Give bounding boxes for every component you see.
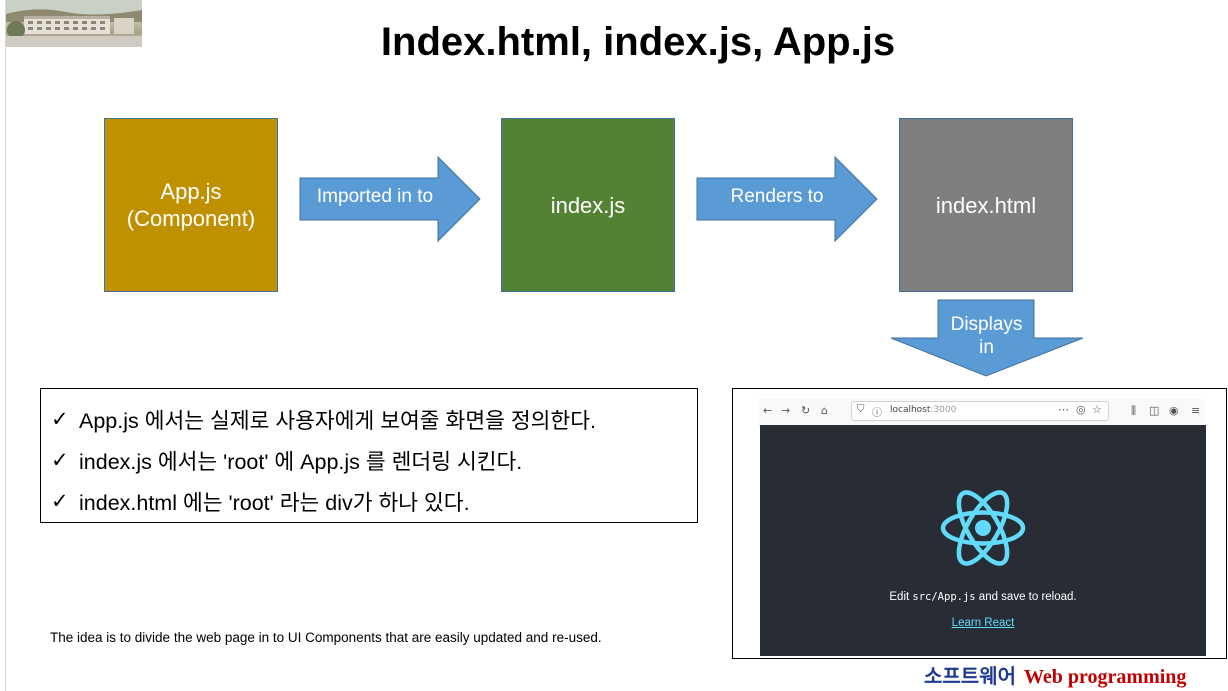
bullet-text: App.js 에서는 실제로 사용자에게 보여줄 화면을 정의한다. xyxy=(79,409,596,433)
renders-to-label: Renders to xyxy=(730,186,824,207)
list-item: ✓ index.js 에서는 'root' 에 App.js 를 렌더링 시킨다… xyxy=(51,440,697,481)
url-bar[interactable]: ⛉ ⓘ localhost:3000 ⋯ ◎ ☆ xyxy=(851,401,1109,421)
reload-icon[interactable]: ↻ xyxy=(801,404,810,417)
library-icon[interactable]: ⫼ xyxy=(1131,404,1136,418)
checkmark-icon: ✓ xyxy=(51,408,69,431)
bookmark-star-icon[interactable]: ☆ xyxy=(1092,403,1102,416)
checkmark-icon: ✓ xyxy=(51,449,69,472)
learn-react-link[interactable]: Learn React xyxy=(760,617,1206,629)
checkmark-icon: ✓ xyxy=(51,490,69,513)
sidebar-icon[interactable]: ◫ xyxy=(1149,404,1159,417)
displays-in-label: Displays in xyxy=(950,314,1023,358)
course-footer: 소프트웨어 Web programming xyxy=(924,660,1186,689)
url-text: localhost:3000 xyxy=(890,405,957,415)
bullet-text: index.html 에는 'root' 라는 div가 하나 있다. xyxy=(79,491,470,515)
home-icon[interactable]: ⌂ xyxy=(821,404,828,417)
browser-toolbar: ← → ↻ ⌂ ⛉ ⓘ localhost:3000 ⋯ ◎ ☆ ⫼ ◫ ◉ ≡ xyxy=(759,399,1205,426)
app-js-box: App.js (Component) xyxy=(104,118,278,292)
browser-screenshot: ← → ↻ ⌂ ⛉ ⓘ localhost:3000 ⋯ ◎ ☆ ⫼ ◫ ◉ ≡… xyxy=(732,388,1227,659)
account-icon[interactable]: ◉ xyxy=(1169,404,1179,417)
footer-korean: 소프트웨어 xyxy=(924,664,1016,688)
components-note: The idea is to divide the web page in to… xyxy=(50,630,602,645)
menu-icon[interactable]: ≡ xyxy=(1191,404,1200,417)
imported-in-to-label: Imported in to xyxy=(316,186,434,207)
react-logo-icon xyxy=(940,490,1026,566)
list-item: ✓ index.html 에는 'root' 라는 div가 하나 있다. xyxy=(51,481,697,522)
info-icon: ⓘ xyxy=(872,408,882,419)
shield-icon: ⛉ xyxy=(857,404,865,415)
list-item: ✓ App.js 에서는 실제로 사용자에게 보여줄 화면을 정의한다. xyxy=(51,399,697,440)
index-js-box: index.js xyxy=(501,118,675,292)
bullet-list-box: ✓ App.js 에서는 실제로 사용자에게 보여줄 화면을 정의한다. ✓ i… xyxy=(40,388,698,523)
slide-title: Index.html, index.js, App.js xyxy=(380,20,896,64)
pocket-icon[interactable]: ◎ xyxy=(1076,403,1086,416)
bullet-text: index.js 에서는 'root' 에 App.js 를 렌더링 시킨다. xyxy=(79,450,523,474)
footer-english: Web programming xyxy=(1024,666,1187,688)
back-icon[interactable]: ← xyxy=(763,404,772,417)
slide-left-border xyxy=(5,0,6,691)
forward-icon[interactable]: → xyxy=(781,404,790,417)
more-icon[interactable]: ⋯ xyxy=(1058,403,1069,416)
react-app-viewport: Edit src/App.js and save to reload. Lear… xyxy=(760,425,1206,656)
index-html-box: index.html xyxy=(899,118,1073,292)
edit-instructions: Edit src/App.js and save to reload. xyxy=(889,591,1077,603)
